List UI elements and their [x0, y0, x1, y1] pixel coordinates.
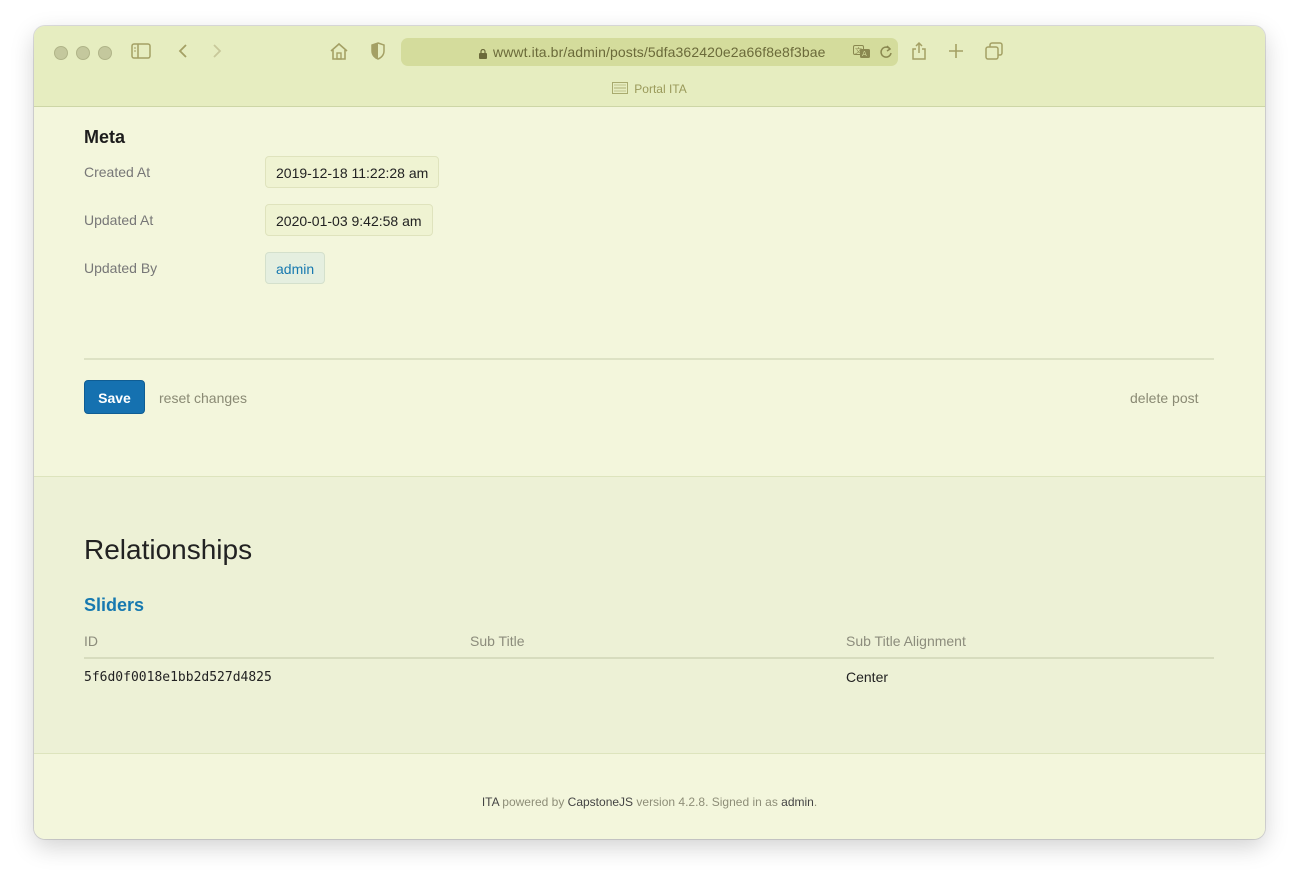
- url-text[interactable]: wwwt.ita.br/admin/posts/5dfa362420e2a66f…: [493, 44, 825, 60]
- column-header-id: ID: [84, 633, 98, 649]
- footer-brand: ITA: [481, 795, 499, 809]
- share-icon[interactable]: [911, 41, 927, 61]
- relationships-heading: Relationships: [84, 534, 253, 565]
- address-bar[interactable]: wwwt.ita.br/admin/posts/5dfa362420e2a66f…: [401, 38, 898, 66]
- home-icon[interactable]: [329, 42, 349, 60]
- lock-icon: [479, 46, 487, 59]
- save-button[interactable]: Save: [84, 380, 145, 414]
- slider-id-cell[interactable]: 5f6d0f0018e1bb2d527d4825: [84, 670, 272, 685]
- updated-at-value: 2020-01-03 9:42:58 am: [265, 204, 433, 236]
- column-header-sub-title: Sub Title: [470, 633, 525, 649]
- browser-window: wwwt.ita.br/admin/posts/5dfa362420e2a66f…: [34, 26, 1265, 839]
- footer-text: ITA powered by CapstoneJS version 4.2.8.…: [34, 795, 1265, 809]
- updated-by-link[interactable]: admin: [265, 252, 326, 284]
- footer-framework-link[interactable]: CapstoneJS: [568, 795, 633, 809]
- footer-powered-by: powered by: [502, 795, 565, 809]
- svg-text:A: A: [862, 50, 867, 58]
- tabs-overview-icon[interactable]: [985, 42, 1003, 60]
- slider-alignment-cell: Center: [846, 669, 889, 685]
- close-window-button[interactable]: [54, 46, 68, 60]
- meta-section: Meta Created At 2019-12-18 11:22:28 am U…: [34, 107, 1265, 477]
- relationships-section: Relationships Sliders ID Sub Title Sub T…: [34, 477, 1265, 754]
- sliders-link[interactable]: Sliders: [84, 595, 144, 616]
- footer-end: .: [813, 795, 818, 809]
- tab-title[interactable]: Portal ITA: [634, 82, 686, 96]
- site-favicon-icon: [612, 82, 629, 97]
- page-content: Meta Created At 2019-12-18 11:22:28 am U…: [34, 107, 1265, 839]
- minimize-window-button[interactable]: [76, 46, 90, 60]
- updated-at-label: Updated At: [84, 212, 154, 228]
- back-icon[interactable]: [177, 43, 189, 59]
- form-divider: [84, 358, 1214, 360]
- footer-version: version 4.2.8. Signed in as: [636, 795, 778, 809]
- table-header-divider: [84, 657, 1214, 659]
- footer-user-link[interactable]: admin: [781, 795, 814, 809]
- translate-icon[interactable]: 文A: [853, 45, 871, 64]
- window-controls: [54, 46, 112, 60]
- created-at-label: Created At: [84, 164, 151, 180]
- new-tab-icon[interactable]: [948, 43, 964, 59]
- shield-icon[interactable]: [370, 42, 386, 60]
- page-footer: ITA powered by CapstoneJS version 4.2.8.…: [34, 754, 1265, 839]
- updated-by-label: Updated By: [84, 260, 158, 276]
- created-at-value: 2019-12-18 11:22:28 am: [265, 156, 440, 188]
- meta-heading: Meta: [84, 127, 126, 147]
- sidebar-icon[interactable]: [131, 43, 151, 59]
- reset-changes-link[interactable]: reset changes: [159, 390, 247, 406]
- reload-icon[interactable]: [879, 44, 893, 65]
- zoom-window-button[interactable]: [98, 46, 112, 60]
- delete-post-link[interactable]: delete post: [1130, 390, 1199, 406]
- browser-toolbar: wwwt.ita.br/admin/posts/5dfa362420e2a66f…: [34, 26, 1265, 107]
- column-header-alignment: Sub Title Alignment: [846, 633, 966, 649]
- tab-bar[interactable]: Portal ITA: [34, 82, 1265, 97]
- forward-icon[interactable]: [211, 43, 223, 59]
